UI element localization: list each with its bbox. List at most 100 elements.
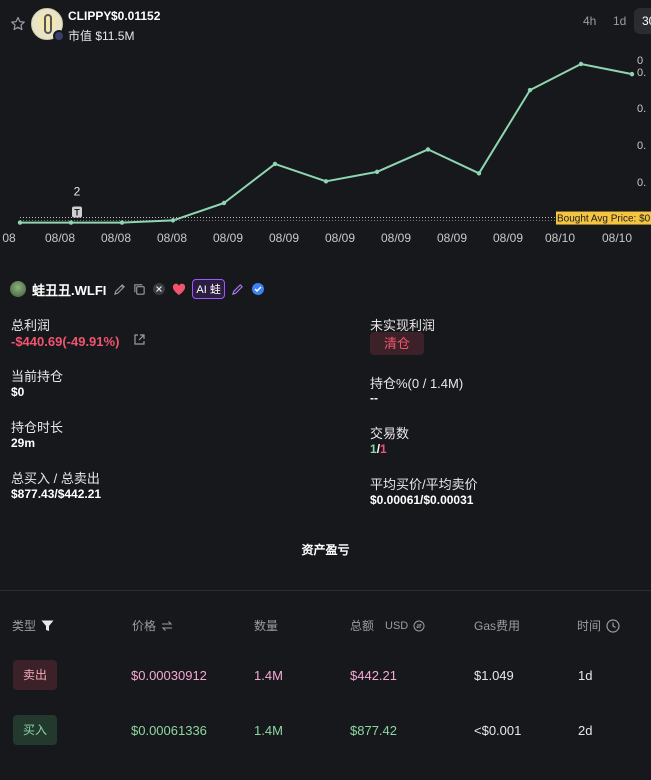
- filter-icon[interactable]: [41, 620, 54, 632]
- timeframe-active[interactable]: 30: [634, 8, 651, 34]
- x-tick-label: 08/09: [381, 231, 411, 245]
- token-avatar: [31, 8, 65, 42]
- data-point: [119, 220, 125, 225]
- holding-label: 当前持仓: [11, 369, 64, 384]
- data-point: [527, 87, 533, 93]
- row-total: $442.21: [350, 668, 397, 683]
- x-tick-label: 08/09: [493, 231, 523, 245]
- row-time: 2d: [578, 723, 593, 738]
- swap-icon[interactable]: [161, 620, 173, 631]
- timeframe-4h[interactable]: 4h: [583, 14, 596, 28]
- market-cap: 市值 $11.5M: [68, 29, 135, 43]
- wallet-name[interactable]: 蛙丑丑.WLFI: [32, 280, 106, 299]
- y-tick-label: 0: [637, 55, 643, 67]
- col-gas-label: Gas费用: [474, 619, 521, 633]
- x-tick-label: 08/08: [101, 231, 131, 245]
- holding-pct-value: --: [370, 391, 378, 405]
- row-gas: <$0.001: [474, 723, 522, 738]
- y-tick-label: 0.: [637, 103, 646, 115]
- col-qty: 数量: [254, 617, 278, 634]
- clock-icon[interactable]: [606, 618, 620, 633]
- data-point: [374, 169, 380, 175]
- timeframe-1d[interactable]: 1d: [613, 14, 626, 28]
- token-price: $0.01152: [111, 9, 161, 23]
- x-tick-label: 08/09: [269, 231, 299, 245]
- data-point: [221, 200, 227, 206]
- duration-value: 29m: [11, 436, 36, 450]
- row-time: 1d: [578, 668, 593, 683]
- trade-count-label: 2: [74, 185, 81, 199]
- trade-marker-label: T: [74, 208, 80, 218]
- avg-price-tag-label: Bought Avg Price: $0: [557, 214, 651, 225]
- col-total[interactable]: 总额 USD: [350, 617, 425, 634]
- x-tick-label: 08/10: [602, 231, 632, 245]
- x-tick-label: 08/09: [325, 231, 355, 245]
- chain-badge-icon: [53, 30, 65, 42]
- data-point: [323, 179, 329, 184]
- col-type[interactable]: 类型: [12, 617, 54, 634]
- col-gas: Gas费用: [474, 617, 520, 634]
- data-point: [476, 171, 482, 176]
- duration-label: 持仓时长: [11, 420, 64, 435]
- total-profit-value: -$440.69(-49.91%): [11, 334, 120, 349]
- ai-badge: AI 蛙: [192, 279, 225, 299]
- token-name: CLIPPY: [68, 9, 112, 23]
- data-point: [629, 71, 635, 77]
- buy-sell-total-value: $877.43/$442.21: [11, 487, 102, 501]
- trades-sell: 1: [380, 442, 387, 456]
- trades-label: 交易数: [370, 426, 410, 441]
- trades-value: 1/1: [370, 442, 387, 456]
- type-buy-badge: 买入: [13, 715, 57, 745]
- y-tick-label: 0.: [637, 67, 646, 79]
- col-type-label: 类型: [12, 619, 37, 633]
- avg-price-label: 平均买价/平均卖价: [370, 477, 478, 492]
- row-price: $0.00030912: [131, 668, 207, 683]
- type-sell-badge: 卖出: [13, 660, 57, 690]
- col-price[interactable]: 价格: [132, 617, 173, 634]
- heart-icon[interactable]: [172, 282, 186, 296]
- clear-position-button[interactable]: 清仓: [370, 332, 424, 355]
- col-qty-label: 数量: [254, 619, 279, 633]
- wallet-profile: 蛙丑丑.WLFI AI 蛙: [10, 279, 265, 299]
- holding-value: $0: [11, 385, 25, 399]
- price-series-line: [20, 63, 633, 224]
- total-profit-label: 总利润: [11, 318, 51, 333]
- col-total-unit: USD: [385, 619, 409, 632]
- col-total-label: 总额: [350, 619, 375, 633]
- star-icon[interactable]: [10, 16, 26, 32]
- row-price: $0.00061336: [131, 723, 207, 738]
- x-twitter-icon[interactable]: [152, 282, 166, 296]
- col-time[interactable]: 时间: [577, 617, 620, 634]
- x-tick-label: 08/09: [437, 231, 467, 245]
- col-time-label: 时间: [577, 619, 602, 633]
- share-icon[interactable]: [133, 333, 146, 346]
- data-point: [272, 161, 278, 167]
- currency-switch-icon[interactable]: [413, 620, 425, 632]
- holding-pct-label: 持仓%(0 / 1.4M): [370, 376, 464, 391]
- divider: [0, 590, 651, 591]
- x-tick-label: 08/08: [45, 231, 75, 245]
- price-chart: 2TBought Avg Price: $000.0.0.0.08 08/08 08…: [2, 55, 651, 245]
- wallet-avatar: [10, 281, 26, 297]
- row-total: $877.42: [350, 723, 397, 738]
- copy-icon[interactable]: [132, 282, 146, 296]
- data-point: [425, 147, 431, 152]
- x-tick-label: 08/09: [213, 231, 243, 245]
- col-price-label: 价格: [132, 619, 157, 633]
- data-point: [170, 218, 176, 223]
- row-qty: 1.4M: [254, 668, 283, 683]
- data-point: [578, 61, 584, 67]
- trades-buy: 1: [370, 442, 377, 456]
- data-point: [68, 220, 74, 225]
- x-tick-label: 08/08: [157, 231, 187, 245]
- edit-icon[interactable]: [112, 282, 126, 296]
- token-header: CLIPPY $0.01152 市值 $11.5M 4h 1d 30: [0, 0, 651, 48]
- paperclip-icon: [44, 14, 52, 34]
- y-tick-label: 0.: [637, 177, 646, 189]
- pen-icon[interactable]: [231, 282, 245, 296]
- x-tick-label: 08/10: [545, 231, 575, 245]
- data-point: [17, 220, 23, 225]
- y-tick-label: 0.: [637, 140, 646, 152]
- tab-asset-pnl[interactable]: 资产盈亏: [0, 541, 651, 558]
- verified-icon: [251, 282, 265, 296]
